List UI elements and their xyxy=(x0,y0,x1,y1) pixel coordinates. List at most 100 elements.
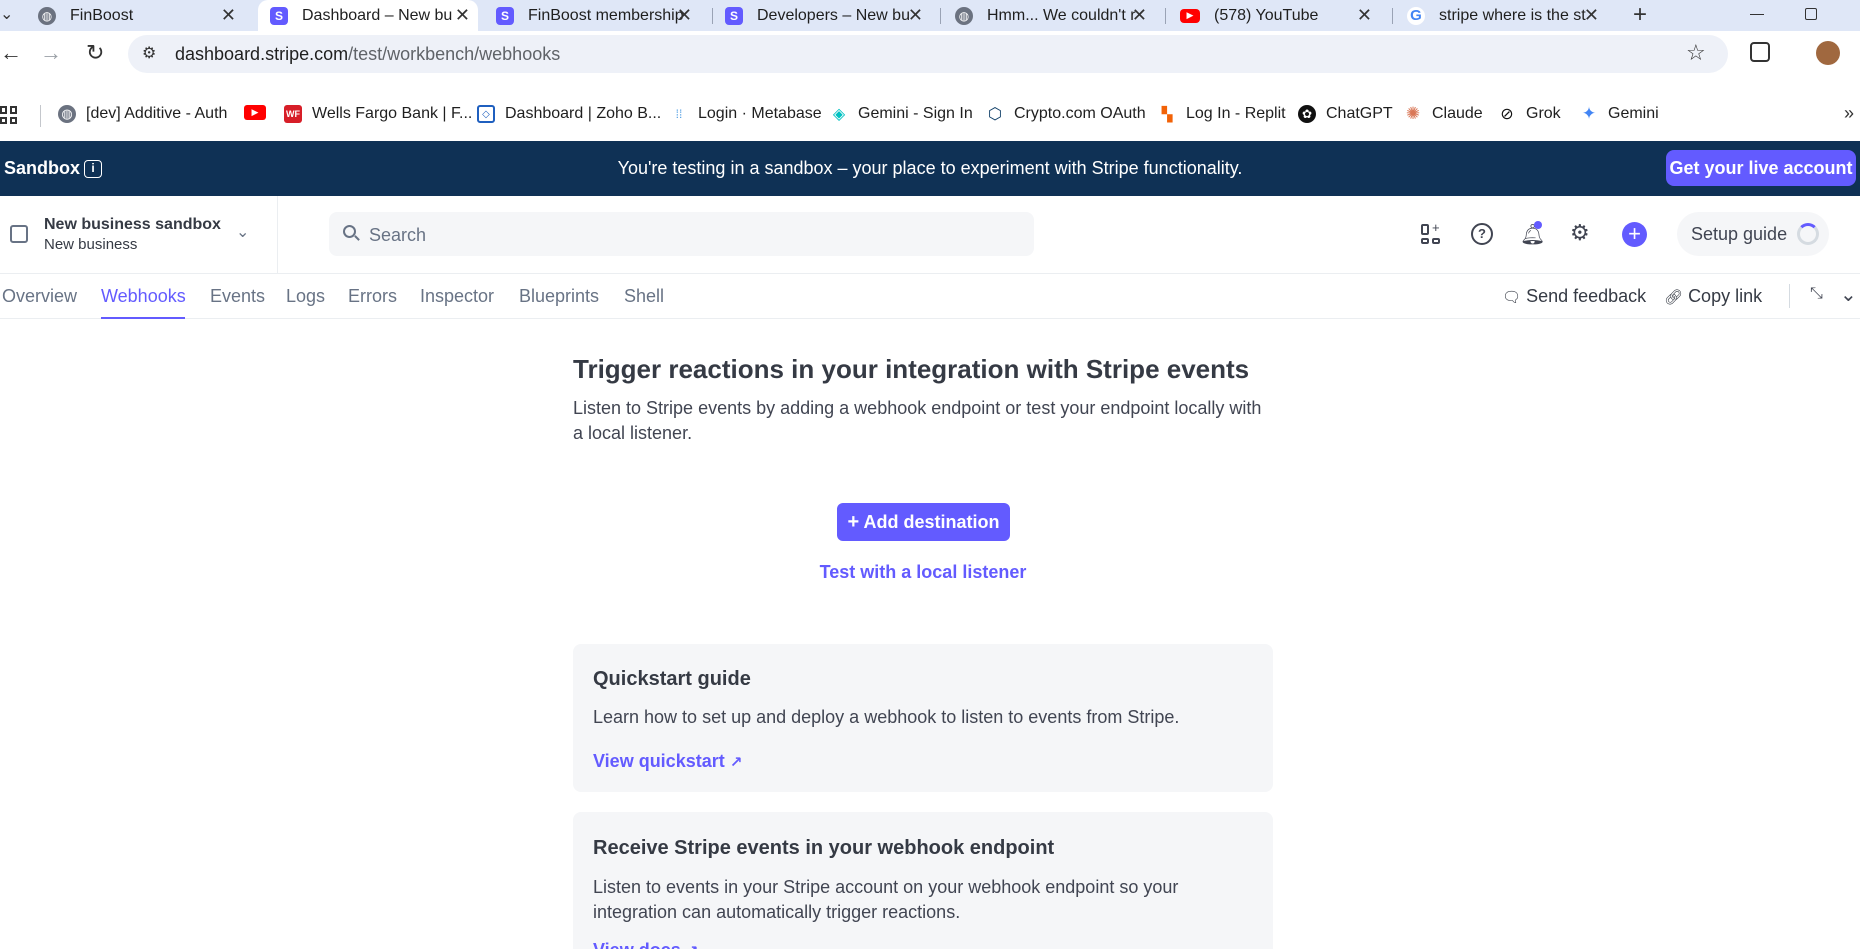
bookmark-label: Log In - Replit xyxy=(1186,105,1286,122)
tab-title: Dashboard – New bu xyxy=(302,6,453,24)
youtube-icon: ▶ xyxy=(1180,8,1200,23)
card-title: Quickstart guide xyxy=(593,668,751,690)
chevron-down-icon[interactable]: ⌄ xyxy=(1840,282,1857,307)
copy-link-button[interactable]: 🔗︎ Copy link xyxy=(1664,286,1762,307)
send-feedback-button[interactable]: 🗨︎ Send feedback xyxy=(1502,286,1646,307)
metabase-icon: ⁞⁞ xyxy=(675,107,683,121)
browser-tab-strip: ⌄ ◍ FinBoost ✕ S Dashboard – New bu ✕ S … xyxy=(0,0,1860,31)
stripe-icon: S xyxy=(725,6,743,25)
tab-overview[interactable]: Overview xyxy=(2,286,77,307)
close-icon[interactable]: ✕ xyxy=(1132,5,1147,26)
replit-icon: ▚ xyxy=(1161,105,1173,122)
tab-webhooks[interactable]: Webhooks xyxy=(101,286,186,307)
external-link-icon: ↗ xyxy=(729,754,743,771)
apps-grid-icon[interactable] xyxy=(0,106,18,124)
get-live-account-button[interactable]: Get your live account xyxy=(1666,150,1856,186)
stripe-icon: S xyxy=(496,6,514,25)
bookmark-gemini-exchange[interactable]: ◈ Gemini - Sign In xyxy=(830,105,973,123)
browser-tab-finboost-membership[interactable]: S FinBoost membership ✕ xyxy=(496,0,700,31)
bookmark-crypto[interactable]: ⬡ Crypto.com OAuth xyxy=(986,105,1146,123)
setup-guide-label: Setup guide xyxy=(1691,224,1788,244)
bookmarks-bar: ◍ [dev] Additive - Auth ▶ WF Wells Fargo… xyxy=(0,77,1860,141)
plus-icon: + xyxy=(847,511,860,533)
more-bookmarks-chevron-icon[interactable]: » xyxy=(1844,103,1854,124)
bookmarks-divider xyxy=(40,105,41,127)
bookmark-label: Gemini xyxy=(1608,105,1659,122)
crypto-icon: ⬡ xyxy=(988,106,1002,123)
bookmark-wellsfargo[interactable]: WF Wells Fargo Bank | F... xyxy=(284,105,472,123)
site-info-icon[interactable]: ⚙ xyxy=(142,43,156,63)
tab-logs[interactable]: Logs xyxy=(286,286,325,307)
bookmark-additive[interactable]: ◍ [dev] Additive - Auth xyxy=(58,105,227,123)
search-input[interactable]: Search xyxy=(329,212,1034,256)
tab-title: Hmm... We couldn't r xyxy=(987,6,1136,24)
bookmark-chatgpt[interactable]: ✿ ChatGPT xyxy=(1298,105,1393,123)
extensions-icon[interactable] xyxy=(1750,42,1770,62)
bookmark-zoho[interactable]: ◇ Dashboard | Zoho B... xyxy=(477,105,661,123)
close-icon[interactable]: ✕ xyxy=(1357,5,1372,26)
bookmark-claude[interactable]: ✺ Claude xyxy=(1404,104,1483,123)
create-plus-button[interactable]: + xyxy=(1622,222,1647,247)
back-arrow-icon[interactable]: ← xyxy=(0,40,22,66)
bookmark-metabase[interactable]: ⁞⁞ Login · Metabase xyxy=(670,105,822,123)
browser-tab-finboost[interactable]: ◍ FinBoost ✕ xyxy=(38,0,244,31)
tab-separator xyxy=(1165,8,1166,24)
test-local-listener-link[interactable]: Test with a local listener xyxy=(0,562,1846,583)
add-destination-button[interactable]: + Add destination xyxy=(837,503,1010,541)
bookmark-label: [dev] Additive - Auth xyxy=(86,105,228,122)
bookmark-star-icon[interactable]: ☆ xyxy=(1686,40,1706,66)
tab-shell[interactable]: Shell xyxy=(624,286,664,307)
restore-icon[interactable] xyxy=(1805,8,1817,20)
close-icon[interactable]: ✕ xyxy=(221,5,236,26)
notification-dot xyxy=(1534,221,1542,229)
new-tab-plus-icon[interactable]: + xyxy=(1633,1,1647,29)
gemini-exchange-icon: ◈ xyxy=(832,106,846,123)
browser-tab-youtube[interactable]: ▶ (578) YouTube ✕ xyxy=(1180,0,1380,31)
profile-avatar[interactable] xyxy=(1816,41,1840,65)
browser-tab-google[interactable]: G stripe where is the st ✕ xyxy=(1407,0,1607,31)
tab-errors[interactable]: Errors xyxy=(348,286,397,307)
view-quickstart-link[interactable]: View quickstart ↗ xyxy=(593,751,742,772)
tab-events[interactable]: Events xyxy=(210,286,265,307)
search-icon-handle xyxy=(354,235,360,241)
close-icon[interactable]: ✕ xyxy=(908,5,923,26)
browser-tab-dashboard[interactable]: S Dashboard – New bu ✕ xyxy=(258,0,478,31)
browser-tab-developers[interactable]: S Developers – New bu ✕ xyxy=(725,0,931,31)
close-icon[interactable]: ✕ xyxy=(455,5,470,26)
openai-icon: ✿ xyxy=(1298,105,1316,123)
url-text[interactable]: dashboard.stripe.com/test/workbench/webh… xyxy=(175,44,560,65)
minimize-icon[interactable] xyxy=(1750,14,1764,15)
browser-tab-hmm[interactable]: ◍ Hmm... We couldn't r ✕ xyxy=(955,0,1155,31)
settings-gear-icon[interactable]: ⚙ xyxy=(1570,220,1590,246)
globe-icon: ◍ xyxy=(38,6,56,25)
bookmark-label: Dashboard | Zoho B... xyxy=(505,105,662,122)
view-docs-link[interactable]: View docs ↗ xyxy=(593,940,698,949)
bookmark-replit[interactable]: ▚ Log In - Replit xyxy=(1158,105,1286,123)
tab-inspector[interactable]: Inspector xyxy=(420,286,494,307)
google-icon: G xyxy=(1407,6,1425,25)
bookmark-label: Claude xyxy=(1432,105,1483,122)
setup-guide-button[interactable]: Setup guide xyxy=(1677,212,1829,256)
bookmark-label: ChatGPT xyxy=(1326,105,1393,122)
bookmark-label: Gemini - Sign In xyxy=(858,105,973,122)
bookmark-gemini[interactable]: ✦ Gemini xyxy=(1580,104,1659,123)
forward-arrow-icon[interactable]: → xyxy=(40,40,62,66)
help-icon[interactable]: ? xyxy=(1471,223,1493,245)
bookmark-youtube[interactable]: ▶ xyxy=(244,105,276,120)
reload-icon[interactable]: ↻ xyxy=(86,40,104,66)
tab-search-chevron-icon[interactable]: ⌄ xyxy=(0,4,13,24)
tab-title: FinBoost xyxy=(70,6,134,24)
url-path: /test/workbench/webhooks xyxy=(348,44,561,64)
collapse-arrows-icon[interactable]: ⤡ xyxy=(1810,285,1823,303)
send-feedback-label: Send feedback xyxy=(1526,286,1647,306)
close-icon[interactable]: ✕ xyxy=(1584,5,1599,26)
tab-separator xyxy=(712,8,713,24)
close-icon[interactable]: ✕ xyxy=(677,5,692,26)
tab-title: Developers – New bu xyxy=(757,6,910,24)
account-switcher[interactable]: New business sandbox New business ⌄ xyxy=(0,196,278,273)
address-bar[interactable]: ⚙ dashboard.stripe.com/test/workbench/we… xyxy=(128,35,1728,73)
globe-icon: ◍ xyxy=(955,6,973,25)
apps-plus-icon[interactable]: + xyxy=(1421,221,1441,244)
tab-blueprints[interactable]: Blueprints xyxy=(519,286,599,307)
bookmark-grok[interactable]: ⊘ Grok xyxy=(1498,105,1560,123)
